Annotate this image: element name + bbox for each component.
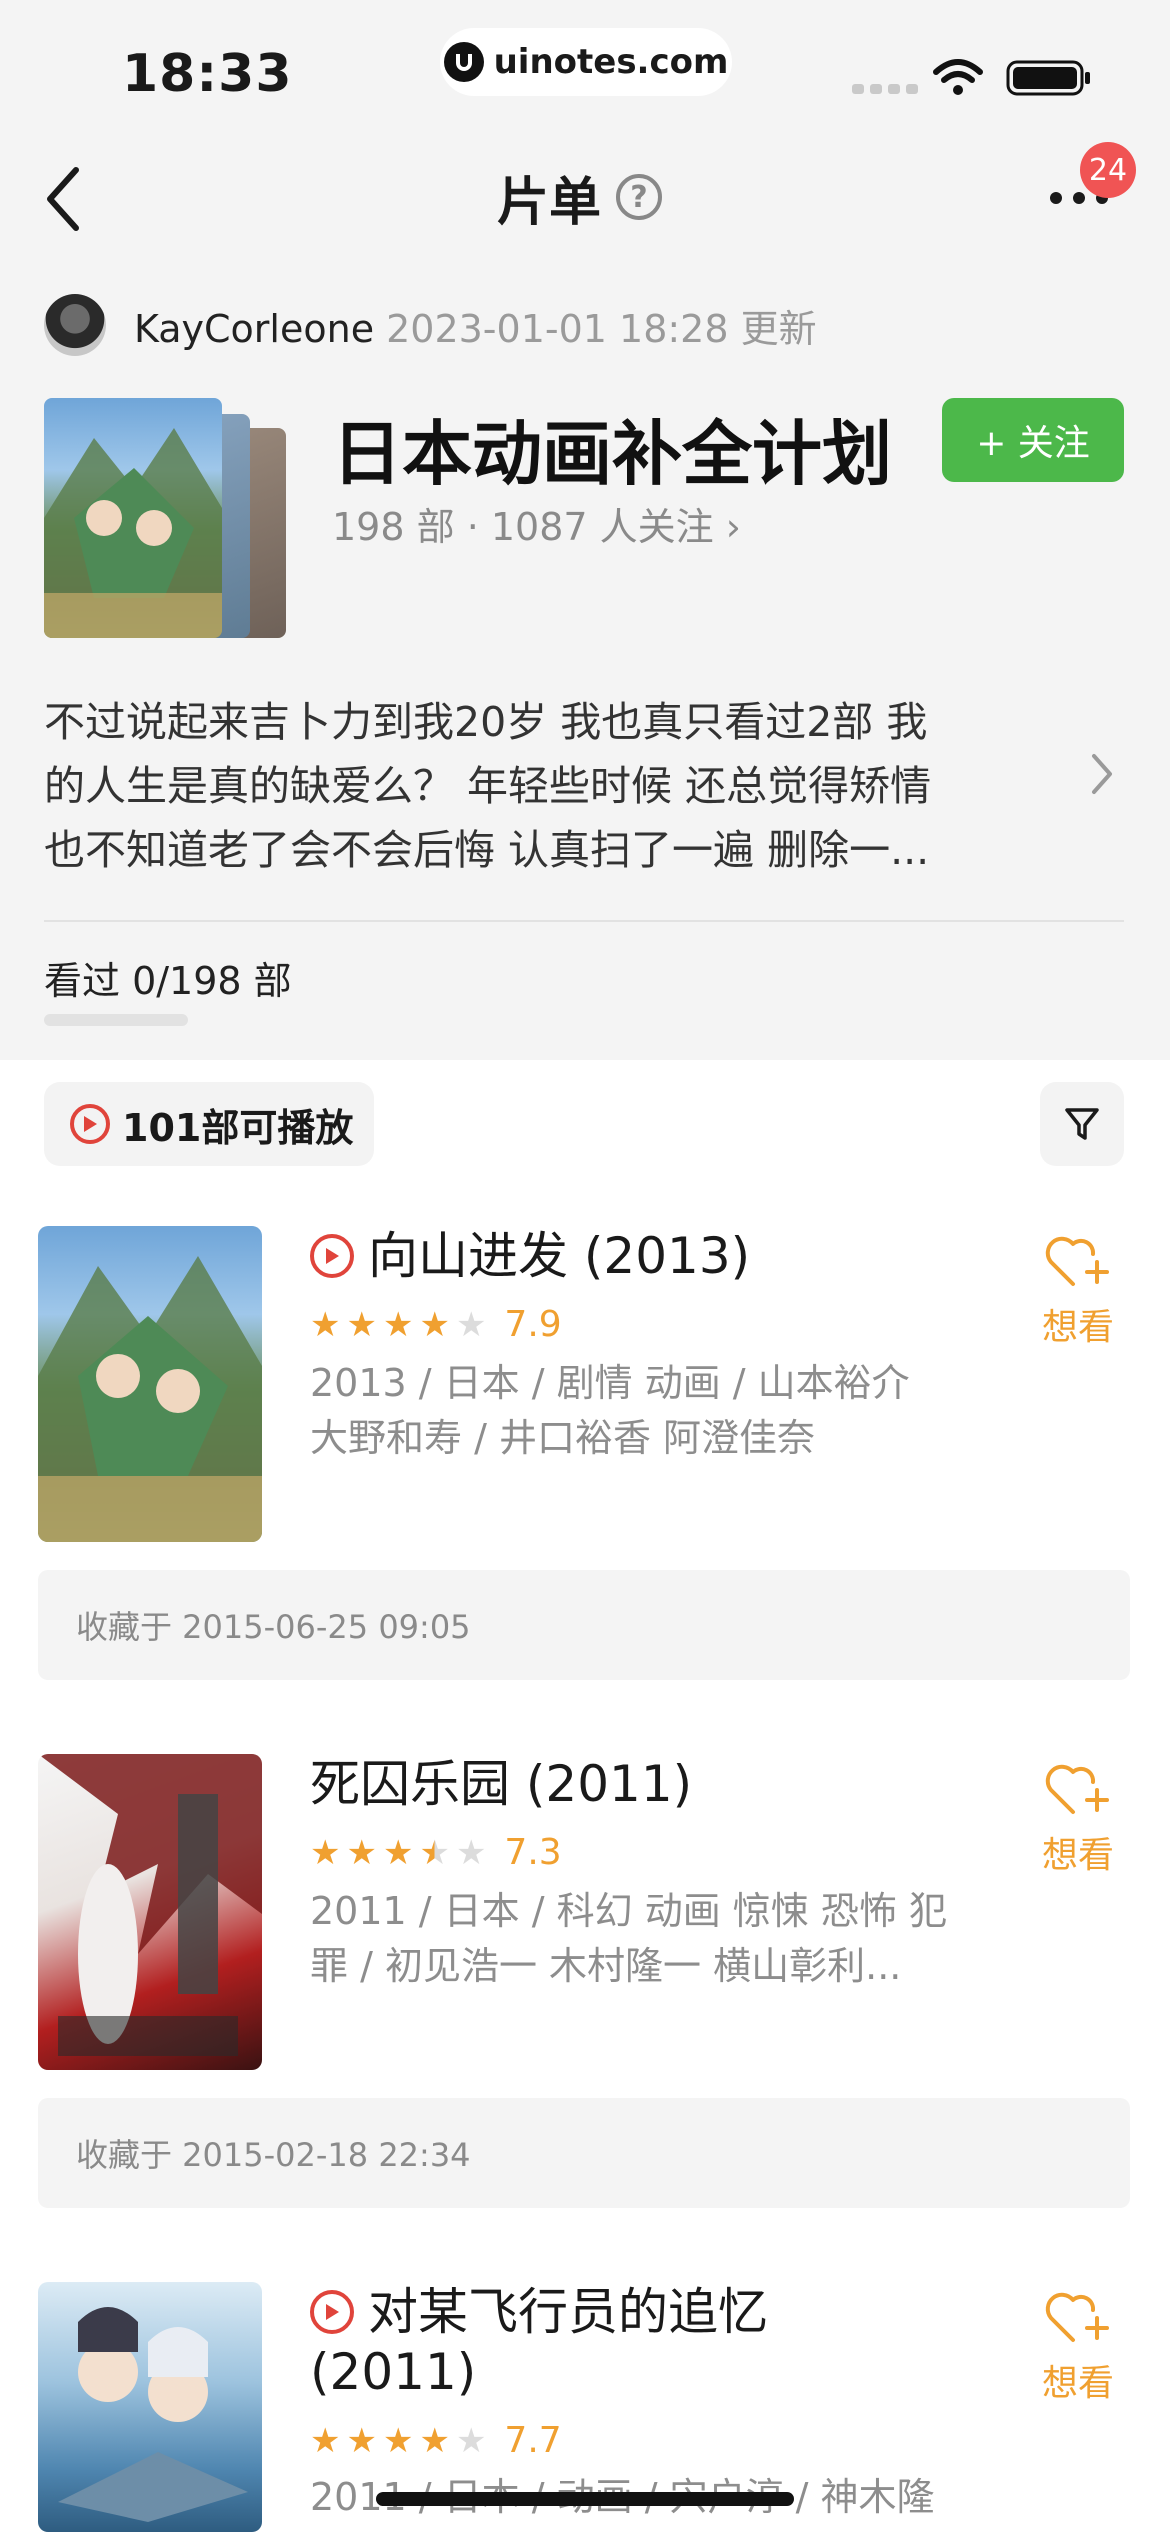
star-icon: ★ bbox=[346, 1832, 377, 1873]
heart-plus-icon bbox=[1045, 1764, 1109, 1814]
star-icon: ★ bbox=[455, 1304, 487, 1345]
want-to-watch-button[interactable]: 想看 bbox=[1028, 2288, 1128, 2406]
star-icon: ★ bbox=[419, 1304, 450, 1345]
star-rating: ★ ★ ★ ★ ★ 7.7 bbox=[310, 2420, 562, 2461]
want-to-watch-button[interactable]: 想看 bbox=[1028, 1232, 1128, 1350]
divider bbox=[44, 920, 1124, 922]
star-icon: ★ bbox=[455, 1832, 487, 1873]
rating-value: 7.9 bbox=[504, 1304, 562, 1345]
star-icon: ★ bbox=[419, 2420, 450, 2461]
star-rating: ★ ★ ★ ★ ★ 7.3 bbox=[310, 1832, 562, 1873]
heart-plus-icon bbox=[1045, 1236, 1109, 1286]
playable-filter-button[interactable]: 101部可播放 bbox=[44, 1082, 374, 1166]
cellular-signal-icon bbox=[852, 84, 918, 94]
url-pill[interactable]: uinotes.com bbox=[440, 28, 732, 96]
author-line: KayCorleone 2023-01-01 18:28 更新 bbox=[134, 298, 817, 353]
star-icon: ★ bbox=[346, 1304, 377, 1345]
collected-date: 收藏于 2015-02-18 22:34 bbox=[38, 2098, 1130, 2208]
heart-plus-icon bbox=[1045, 2292, 1109, 2342]
watched-progress-bar bbox=[44, 1014, 188, 1026]
star-icon: ★ bbox=[310, 2420, 341, 2461]
want-label: 想看 bbox=[1041, 2363, 1114, 2404]
description-line: 的人生是真的缺爱么？ 年轻些时候 还总觉得矫情 bbox=[44, 762, 932, 810]
watched-count: 看过 0/198 部 bbox=[44, 959, 292, 1003]
rating-value: 7.3 bbox=[504, 1832, 562, 1873]
play-icon bbox=[310, 1234, 354, 1278]
star-icon: ★ bbox=[310, 1304, 341, 1345]
play-icon bbox=[310, 2290, 354, 2334]
home-indicator[interactable] bbox=[376, 2492, 794, 2506]
info-line: 罪 / 初见浩一 木村隆一 横山彰利... bbox=[310, 1944, 902, 1988]
play-icon bbox=[70, 1104, 110, 1144]
movie-title[interactable]: 对某飞行员的追忆 (2011) bbox=[310, 2282, 768, 2402]
list-description[interactable]: 不过说起来吉卜力到我20岁 我也真只看过2部 我 的人生是真的缺爱么？ 年轻些时… bbox=[44, 690, 1054, 882]
info-line: 大野和寿 / 井口裕香 阿澄佳奈 bbox=[310, 1416, 816, 1460]
playable-label: 101部可播放 bbox=[122, 1105, 354, 1150]
star-rating: ★ ★ ★ ★ ★ 7.9 bbox=[310, 1304, 562, 1345]
status-time: 18:33 bbox=[122, 44, 293, 104]
movie-title-year: (2011) bbox=[310, 2343, 477, 2401]
movie-info: 2011 / 日本 / 科幻 动画 惊悚 恐怖 犯 罪 / 初见浩一 木村隆一 … bbox=[310, 1884, 950, 1994]
star-icon: ★ bbox=[382, 1304, 414, 1345]
list-cover-image bbox=[44, 398, 222, 638]
author-name[interactable]: KayCorleone bbox=[134, 307, 374, 351]
filter-button[interactable] bbox=[1040, 1082, 1124, 1166]
url-text: uinotes.com bbox=[493, 42, 729, 82]
half-star-icon: ★ bbox=[419, 1832, 450, 1873]
battery-icon bbox=[1006, 60, 1090, 96]
movie-poster[interactable] bbox=[38, 1226, 262, 1542]
description-line: 不过说起来吉卜力到我20岁 我也真只看过2部 我 bbox=[44, 698, 928, 746]
rating-value: 7.7 bbox=[504, 2420, 562, 2461]
question-circle-icon[interactable]: ? bbox=[616, 174, 662, 220]
movie-title[interactable]: 死囚乐园 (2011) bbox=[310, 1754, 692, 1814]
list-title: 日本动画补全计划 bbox=[332, 413, 892, 495]
star-icon: ★ bbox=[382, 2420, 414, 2461]
movie-poster[interactable] bbox=[38, 1754, 262, 2070]
follow-button[interactable]: + 关注 bbox=[942, 398, 1124, 482]
chevron-right-icon[interactable] bbox=[1090, 752, 1114, 796]
notification-badge: 24 bbox=[1080, 142, 1136, 198]
want-label: 想看 bbox=[1041, 1307, 1114, 1348]
updated-time: 2023-01-01 18:28 更新 bbox=[386, 307, 817, 351]
movie-title-text: 向山进发 (2013) bbox=[368, 1227, 751, 1285]
site-logo-icon bbox=[443, 42, 484, 82]
description-line: 也不知道老了会不会后悔 认真扫了一遍 删除一... bbox=[44, 826, 930, 874]
star-icon: ★ bbox=[382, 1832, 414, 1873]
page-title: 片单 bbox=[496, 173, 601, 233]
movie-title[interactable]: 向山进发 (2013) bbox=[310, 1226, 750, 1286]
want-label: 想看 bbox=[1041, 1835, 1114, 1876]
movie-title-text: 死囚乐园 (2011) bbox=[310, 1755, 693, 1813]
collected-date: 收藏于 2015-06-25 09:05 bbox=[38, 1570, 1130, 1680]
info-line: 2011 / 日本 / 科幻 动画 惊悚 恐怖 犯 bbox=[310, 1889, 947, 1933]
list-meta[interactable]: 198 部 · 1087 人关注 › bbox=[332, 496, 741, 551]
star-icon: ★ bbox=[455, 2420, 487, 2461]
star-icon: ★ bbox=[310, 1832, 341, 1873]
movie-title-text: 对某飞行员的追忆 bbox=[368, 2283, 768, 2341]
star-icon: ★ bbox=[346, 2420, 377, 2461]
movie-info: 2013 / 日本 / 剧情 动画 / 山本裕介 大野和寿 / 井口裕香 阿澄佳… bbox=[310, 1356, 950, 1466]
info-line: 2013 / 日本 / 剧情 动画 / 山本裕介 bbox=[310, 1361, 910, 1405]
funnel-icon bbox=[1065, 1108, 1099, 1140]
want-to-watch-button[interactable]: 想看 bbox=[1028, 1760, 1128, 1878]
avatar[interactable] bbox=[44, 294, 106, 356]
movie-poster[interactable] bbox=[38, 2282, 262, 2532]
wifi-icon bbox=[933, 59, 983, 95]
